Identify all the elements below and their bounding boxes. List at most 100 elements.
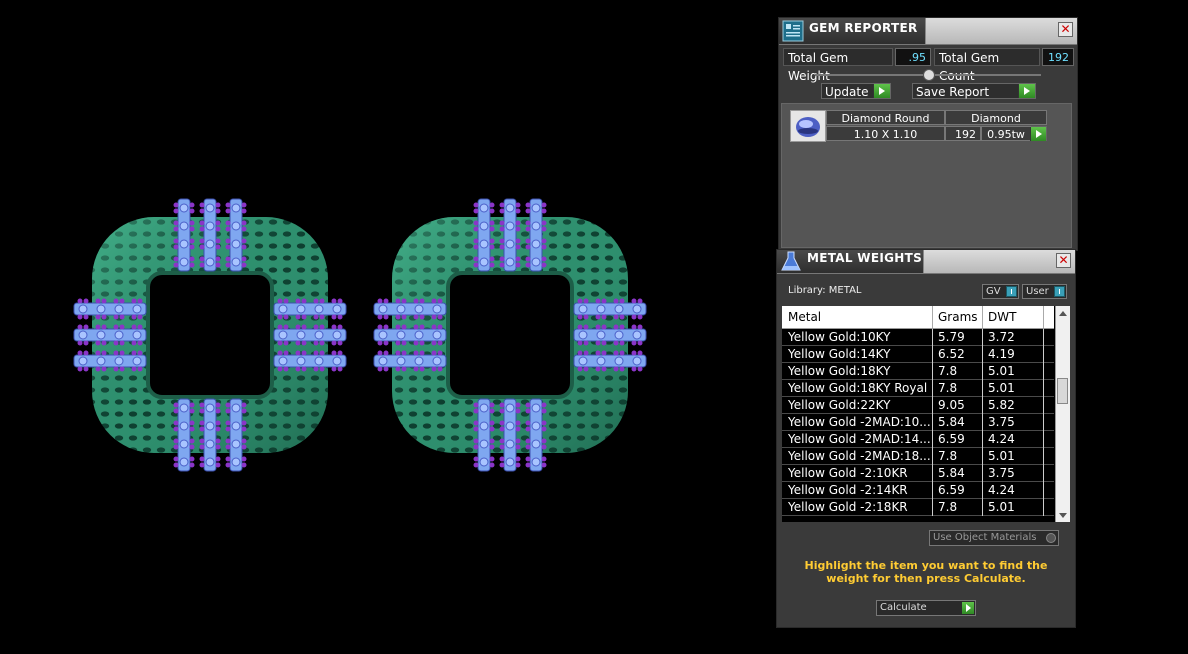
table-row[interactable]: Yellow Gold -2:14KR 6.59 4.24 [782, 482, 1054, 499]
metal-weights-close-button[interactable]: ✕ [1056, 253, 1071, 268]
metals-table-header: Metal Grams DWT [782, 306, 1054, 329]
table-row[interactable]: Yellow Gold -2:10KR 5.84 3.75 [782, 465, 1054, 482]
table-row[interactable]: Yellow Gold:10KY 5.79 3.72 [782, 329, 1054, 346]
column-divider [982, 448, 983, 465]
column-divider [1043, 414, 1044, 431]
column-divider [1043, 431, 1044, 448]
scroll-down-arrow-icon[interactable] [1059, 513, 1067, 518]
play-arrow-icon [873, 84, 890, 98]
cell-metal: Yellow Gold -2MAD:14... [788, 432, 931, 446]
gem-weight: 0.95tw [981, 126, 1031, 141]
cell-metal: Yellow Gold -2:14KR [788, 483, 908, 497]
scroll-up-arrow-icon[interactable] [1059, 311, 1067, 316]
info-icon [1006, 286, 1017, 297]
cell-grams: 7.8 [938, 449, 958, 463]
earring-left[interactable] [73, 198, 347, 472]
column-divider [982, 397, 983, 414]
metals-table[interactable]: Metal Grams DWT Yellow Gold:10KY 5.79 3.72… [782, 306, 1070, 522]
column-divider [932, 431, 933, 448]
calculate-hint-text: Highlight the item you want to find the … [804, 559, 1048, 585]
column-divider [982, 306, 983, 328]
cell-dwt: 3.75 [988, 466, 1015, 480]
gem-reporter-titlebar[interactable]: GEM REPORTER ✕ [779, 18, 1077, 45]
table-row[interactable]: Yellow Gold:18KY 7.8 5.01 [782, 363, 1054, 380]
column-header-grams[interactable]: Grams [938, 310, 978, 324]
column-divider [932, 329, 933, 346]
3d-viewport[interactable] [0, 0, 770, 651]
cell-metal: Yellow Gold -2:18KR [788, 500, 908, 514]
gem-reporter-tab: GEM REPORTER [779, 18, 926, 44]
use-object-materials-label: Use Object Materials [933, 532, 1037, 543]
gem-size: 1.10 X 1.10 [826, 126, 945, 141]
round-diamond-icon [791, 111, 825, 141]
earring-right[interactable] [373, 198, 647, 472]
table-row[interactable]: Yellow Gold -2MAD:14... 6.59 4.24 [782, 431, 1054, 448]
gem-reporter-close-button[interactable]: ✕ [1058, 22, 1073, 37]
calculate-button[interactable]: Calculate [876, 600, 976, 616]
save-report-button[interactable]: Save Report [912, 83, 1036, 99]
cell-dwt: 5.01 [988, 364, 1015, 378]
table-row[interactable]: Yellow Gold:14KY 6.52 4.19 [782, 346, 1054, 363]
info-icon [1054, 286, 1065, 297]
gem-reporter-title: GEM REPORTER [809, 21, 918, 35]
user-toggle[interactable]: User [1022, 284, 1067, 299]
flask-icon [781, 251, 801, 271]
metal-weights-titlebar[interactable]: METAL WEIGHTS ✕ [777, 250, 1075, 274]
total-gem-count-label: Total Gem Count [934, 48, 1040, 83]
save-report-button-label: Save Report [916, 85, 990, 99]
cell-metal: Yellow Gold:18KY Royal [788, 381, 928, 395]
cell-metal: Yellow Gold:10KY [788, 330, 891, 344]
column-divider [932, 499, 933, 516]
use-object-materials-toggle[interactable]: Use Object Materials [929, 530, 1059, 546]
user-toggle-label: User [1026, 286, 1049, 297]
play-arrow-icon [1018, 84, 1035, 98]
column-divider [1043, 499, 1044, 516]
total-gem-weight-value: .95 [895, 48, 931, 66]
column-divider [1043, 363, 1044, 380]
cell-grams: 6.52 [938, 347, 965, 361]
column-divider [1043, 465, 1044, 482]
scrollbar-thumb[interactable] [1057, 378, 1068, 404]
column-divider [982, 414, 983, 431]
cell-dwt: 5.82 [988, 398, 1015, 412]
column-divider [1043, 397, 1044, 414]
gv-toggle[interactable]: GV [982, 284, 1019, 299]
table-row[interactable]: Yellow Gold:18KY Royal 7.8 5.01 [782, 380, 1054, 397]
cell-metal: Yellow Gold -2:10KR [788, 466, 908, 480]
column-divider [932, 306, 933, 328]
table-row[interactable]: Yellow Gold -2MAD:18... 7.8 5.01 [782, 448, 1054, 465]
update-button[interactable]: Update [821, 83, 891, 99]
column-divider [932, 363, 933, 380]
cell-grams: 9.05 [938, 398, 965, 412]
column-header-dwt[interactable]: DWT [988, 310, 1016, 324]
column-divider [932, 346, 933, 363]
library-label: Library: METAL [788, 285, 862, 296]
metal-weights-title: METAL WEIGHTS [807, 251, 923, 265]
column-divider [932, 397, 933, 414]
play-arrow-icon [962, 602, 974, 614]
table-row[interactable]: Yellow Gold:22KY 9.05 5.82 [782, 397, 1054, 414]
column-divider [1043, 482, 1044, 499]
table-row[interactable] [782, 516, 1054, 522]
gem-list-item[interactable] [790, 110, 826, 142]
cell-grams: 5.84 [938, 466, 965, 480]
play-arrow-icon [1030, 127, 1046, 141]
cell-grams: 7.8 [938, 364, 958, 378]
column-divider [982, 465, 983, 482]
gv-toggle-label: GV [986, 286, 1001, 297]
radio-indicator-icon [1046, 533, 1056, 543]
gem-shape: Diamond Round [826, 110, 945, 125]
cell-dwt: 4.24 [988, 432, 1015, 446]
column-header-metal[interactable]: Metal [788, 310, 821, 324]
cell-grams: 7.8 [938, 381, 958, 395]
total-gem-weight-label: Total Gem Weight [783, 48, 893, 83]
column-divider [932, 448, 933, 465]
table-row[interactable]: Yellow Gold -2MAD:10... 5.84 3.75 [782, 414, 1054, 431]
cell-metal: Yellow Gold -2MAD:18... [788, 449, 931, 463]
metals-table-scrollbar[interactable] [1055, 306, 1070, 522]
table-row[interactable]: Yellow Gold -2:18KR 7.8 5.01 [782, 499, 1054, 516]
gem-select-button[interactable] [1030, 126, 1047, 141]
gem-reporter-slider-handle[interactable] [923, 69, 935, 81]
column-divider [1043, 380, 1044, 397]
cell-grams: 6.59 [938, 483, 965, 497]
